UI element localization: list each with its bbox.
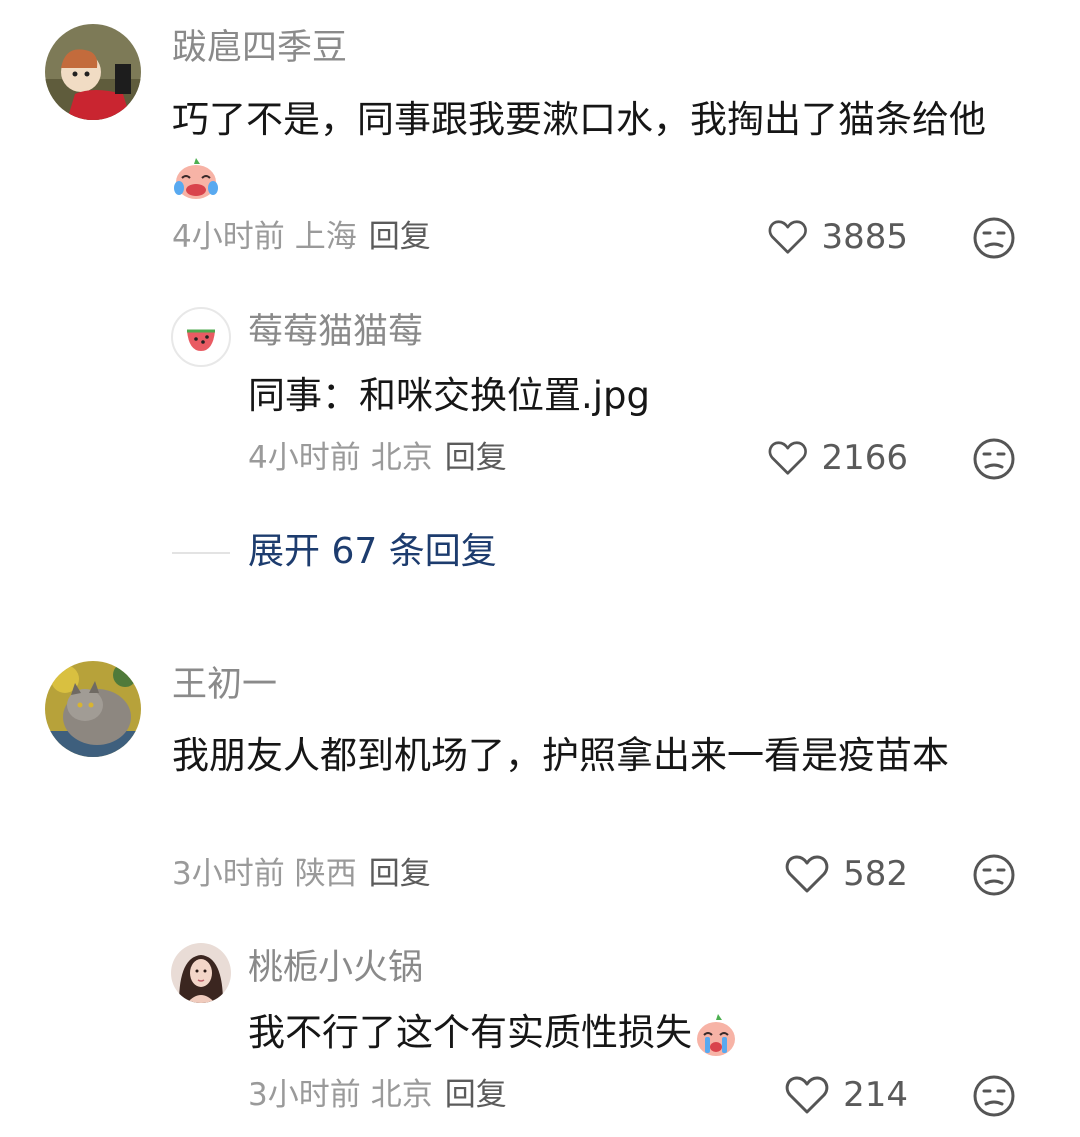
avatar[interactable] <box>45 24 141 120</box>
meh-face-icon[interactable] <box>972 853 1016 897</box>
avatar[interactable] <box>45 661 141 757</box>
like-button[interactable]: 214 <box>768 1071 908 1119</box>
reply-username[interactable]: 莓莓猫猫莓 <box>248 308 423 356</box>
location: 北京 <box>370 1077 433 1113</box>
timestamp: 4小时前 <box>172 219 285 255</box>
location: 陕西 <box>294 856 357 892</box>
expand-replies-button[interactable]: 展开 67 条回复 <box>248 527 497 577</box>
location: 上海 <box>294 219 357 255</box>
heart-outline-icon <box>785 1076 829 1114</box>
crying-laugh-peach-emoji <box>174 157 218 199</box>
comment-text-body: 巧了不是，同事跟我要漱口水，我掏出了猫条给他 <box>172 98 986 141</box>
heart-outline-icon <box>768 220 807 254</box>
comment-text: 我朋友人都到机场了，护照拿出来一看是疫苗本 <box>172 734 949 777</box>
comment-text: 巧了不是，同事跟我要漱口水，我掏出了猫条给他 <box>172 92 1032 204</box>
comment-meta: 4小时前 上海 回复 <box>172 215 431 259</box>
like-count: 2166 <box>821 438 908 478</box>
like-button[interactable]: 582 <box>768 850 908 898</box>
like-count: 3885 <box>821 217 908 257</box>
reply-text-body: 我不行了这个有实质性损失 <box>248 1011 692 1054</box>
reply-avatar[interactable] <box>171 943 231 1003</box>
timestamp: 4小时前 <box>248 440 361 476</box>
reply-button[interactable]: 回复 <box>445 440 507 476</box>
reply-avatar[interactable] <box>171 307 231 367</box>
watermelon-icon <box>187 329 215 351</box>
like-count: 214 <box>843 1075 908 1115</box>
crying-peach-emoji <box>697 1013 735 1056</box>
meh-face-icon[interactable] <box>972 437 1016 481</box>
meh-face-icon[interactable] <box>972 1074 1016 1118</box>
reply-button[interactable]: 回复 <box>369 219 431 255</box>
timestamp: 3小时前 <box>172 856 285 892</box>
heart-outline-icon <box>768 441 807 475</box>
timestamp: 3小时前 <box>248 1077 361 1113</box>
comment-meta: 3小时前 陕西 回复 <box>172 852 431 896</box>
location: 北京 <box>370 440 433 476</box>
reply-button[interactable]: 回复 <box>369 856 431 892</box>
meh-face-icon[interactable] <box>972 216 1016 260</box>
reply-button[interactable]: 回复 <box>445 1077 507 1113</box>
like-button[interactable]: 2166 <box>768 434 908 482</box>
expand-divider <box>172 552 230 554</box>
like-count: 582 <box>843 854 908 894</box>
reply-text: 我不行了这个有实质性损失 <box>248 1005 1028 1061</box>
reply-meta: 4小时前 北京 回复 <box>248 436 507 480</box>
heart-outline-icon <box>785 855 829 893</box>
reply-text: 同事：和咪交换位置.jpg <box>248 374 651 417</box>
like-button[interactable]: 3885 <box>768 213 908 261</box>
reply-username[interactable]: 桃栀小火锅 <box>248 944 423 992</box>
username[interactable]: 跋扈四季豆 <box>172 24 347 72</box>
reply-meta: 3小时前 北京 回复 <box>248 1073 507 1117</box>
username[interactable]: 王初一 <box>172 661 277 709</box>
